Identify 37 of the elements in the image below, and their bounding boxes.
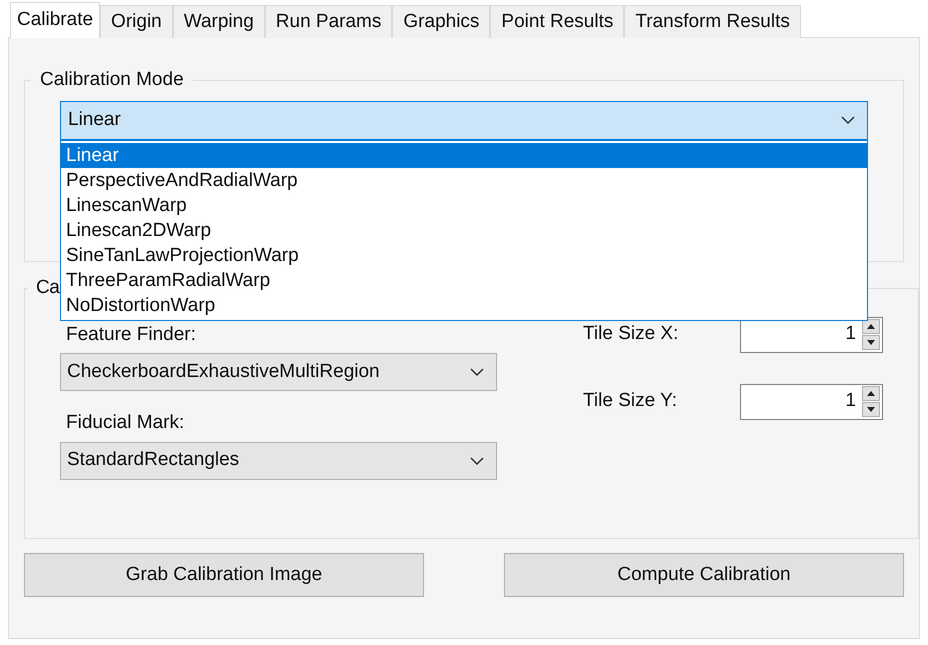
dropdown-option[interactable]: Linear <box>61 142 867 168</box>
action-button[interactable]: Grab Calibration Image <box>24 553 424 597</box>
dropdown[interactable]: StandardRectangles <box>60 442 497 480</box>
up-triangle-icon <box>867 391 875 396</box>
field-label: Tile Size Y: <box>583 389 678 414</box>
dropdown-option[interactable]: PerspectiveAndRadialWarp <box>61 168 867 192</box>
tab[interactable]: Transform Results <box>624 5 801 38</box>
chevron-down-icon <box>470 368 484 376</box>
tab[interactable]: Origin <box>100 5 173 38</box>
tab[interactable]: Run Params <box>264 5 392 38</box>
dropdown-option[interactable]: Linescan2DWarp <box>61 218 867 242</box>
field-label: Feature Finder: <box>66 322 197 346</box>
dropdown-option[interactable]: NoDistortionWarp <box>61 292 867 318</box>
field-label: Tile Size X: <box>583 322 680 346</box>
tab[interactable]: Point Results <box>490 5 624 38</box>
dropdown-option[interactable]: SineTanLawProjectionWarp <box>61 242 867 268</box>
chevron-down-icon <box>841 116 855 124</box>
chevron-down-icon <box>470 456 484 464</box>
field-label: Fiducial Mark: <box>66 411 186 435</box>
spin-up-button[interactable] <box>862 319 880 334</box>
tab[interactable]: Graphics <box>392 5 490 38</box>
tab[interactable]: Calibrate <box>10 2 100 38</box>
dropdown-option[interactable]: LinescanWarp <box>61 192 867 218</box>
tab[interactable]: Warping <box>172 5 265 38</box>
dropdown-option[interactable]: ThreeParamRadialWarp <box>61 268 867 292</box>
spin-down-button[interactable] <box>862 335 880 350</box>
spin-down-button[interactable] <box>862 402 880 417</box>
up-triangle-icon <box>867 324 875 329</box>
group-title: Ca <box>35 276 60 300</box>
spin-up-button[interactable] <box>862 386 880 401</box>
number-field[interactable]: 1 <box>740 384 883 420</box>
down-triangle-icon <box>867 340 875 345</box>
dropdown[interactable]: Linear <box>60 100 868 140</box>
group-title: Calibration Mode <box>39 68 185 92</box>
dropdown[interactable]: CheckerboardExhaustiveMultiRegion <box>60 353 497 391</box>
action-button[interactable]: Compute Calibration <box>504 553 904 597</box>
down-triangle-icon <box>867 407 875 412</box>
